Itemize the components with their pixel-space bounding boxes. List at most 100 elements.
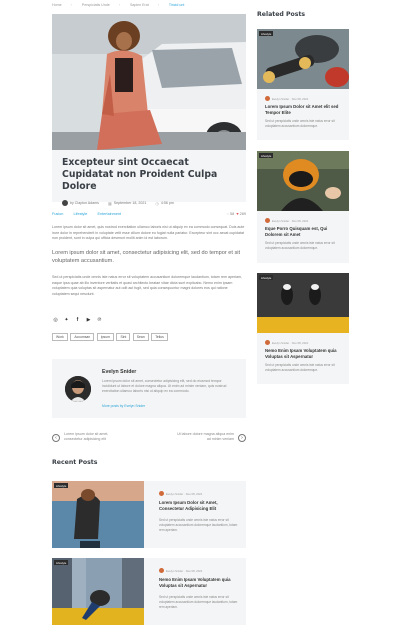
card-author[interactable]: Evelyn Snider (272, 341, 289, 345)
author-avatar (62, 200, 68, 206)
author-avatar (159, 491, 164, 496)
author-avatar (265, 340, 270, 345)
card-excerpt: Sed ut perspiciatis unde omnis iste natu… (159, 595, 238, 609)
post-thumbnail[interactable] (257, 273, 349, 333)
related-post-card[interactable]: Lifestyle Evelyn Snider · Nov 08, 2021 L… (257, 29, 349, 140)
card-title[interactable]: Lorem Ipsum Dolor sit Amet elit sed Temp… (265, 104, 343, 116)
post-thumbnail[interactable] (257, 29, 349, 89)
author-avatar (265, 218, 270, 223)
category-link[interactable]: Lifestyle (73, 212, 87, 216)
breadcrumb-item[interactable]: Sapien Erat (130, 3, 149, 7)
youtube-icon[interactable]: ▶ (85, 316, 92, 323)
card-excerpt: Sed ut perspiciatis unde omnis iste natu… (265, 363, 335, 372)
recent-post-card[interactable]: Lifestyle Evelyn Snider · Nov 08, 2021 L… (52, 481, 246, 548)
chevron-right-icon: › (118, 3, 120, 7)
category-badge[interactable]: Lifestyle (54, 483, 69, 488)
breadcrumb-current: Tincid unt (168, 3, 185, 7)
card-meta: Evelyn Snider · Nov 08, 2021 (265, 340, 308, 345)
likes-count: 289 (239, 212, 246, 216)
tag[interactable]: Ipsum (96, 333, 114, 341)
post-paragraph: Sed ut perspiciatis unde omnis iste natu… (52, 275, 242, 296)
heart-icon[interactable]: ♥ (236, 212, 238, 216)
post-date: September 18, 2021 (113, 201, 147, 205)
category-badge[interactable]: Lifestyle (259, 275, 274, 280)
author-avatar (265, 96, 270, 101)
card-date: Nov 08, 2021 (185, 491, 203, 496)
tag[interactable]: Sint (116, 333, 131, 341)
chevron-right-icon: › (241, 435, 243, 441)
post-meta: by Clayton Adams ▦ September 18, 2021 ◷ 4:… (62, 200, 236, 206)
facebook-icon[interactable]: f (74, 316, 81, 323)
post-counts: ◌ 58 ♥ 289 (227, 212, 246, 216)
category-badge[interactable]: Lifestyle (54, 560, 69, 565)
tag[interactable]: Work (52, 333, 68, 341)
calendar-icon: ▦ (107, 200, 112, 206)
card-title[interactable]: Nemo Enim Ipsam Voluptatem quia Voluptas… (265, 348, 343, 360)
related-post-card[interactable]: Lifestyle Evelyn Snider · Nov 08, 2021 E… (257, 151, 349, 263)
next-post-button[interactable]: › (238, 434, 246, 442)
breadcrumb-item[interactable]: Perspiciatis Unde (82, 3, 110, 7)
post-thumbnail[interactable] (52, 558, 144, 625)
instagram-icon[interactable]: ◎ (52, 316, 59, 323)
recent-posts-title: Recent Posts (52, 459, 98, 466)
category-badge[interactable]: Lifestyle (259, 153, 274, 158)
card-title[interactable]: Nemo Enim Ipsam Voluptatem quia Voluptas… (159, 577, 239, 589)
author-box: Evelyn Snider Lorem ipsum dolor sit amet… (52, 359, 246, 418)
post-thumbnail[interactable] (257, 151, 349, 211)
card-date: Nov 08, 2021 (291, 218, 309, 223)
breadcrumb: Home › Perspiciatis Unde › Sapien Erat › Ti… (52, 3, 193, 7)
card-meta: Evelyn Snider · Nov 08, 2021 (159, 568, 202, 573)
tag[interactable]: Tellus (151, 333, 168, 341)
pinterest-icon[interactable]: ℗ (96, 316, 103, 323)
post-categories: Fusion Lifestyle Entertainment ◌ 58 ♥ 28… (52, 212, 246, 216)
post-paragraph: Lorem ipsum dolor sit amet, quis nostrud… (52, 225, 245, 241)
post-thumbnail[interactable] (52, 481, 144, 548)
card-title[interactable]: Eque Porro Quisquam est, Qui Dolorem sit… (265, 226, 343, 238)
post-title: Excepteur sint Occaecat Cupidatat non Pr… (62, 157, 218, 192)
featured-image (52, 14, 246, 150)
card-meta: Evelyn Snider · Nov 08, 2021 (265, 218, 308, 223)
comment-icon: ◌ (226, 212, 229, 216)
tag[interactable]: Accumsan (70, 333, 95, 341)
author-name[interactable]: Evelyn Snider (102, 369, 136, 375)
card-meta: Evelyn Snider · Nov 08, 2021 (265, 96, 308, 101)
post-time: 4:56 pm (160, 201, 174, 205)
breadcrumb-home[interactable]: Home (52, 3, 62, 7)
related-posts-title: Related Posts (257, 11, 306, 18)
category-link[interactable]: Entertainment (97, 212, 121, 216)
card-author[interactable]: Evelyn Snider (166, 569, 183, 573)
card-excerpt: Sed ut perspiciatis unde omnis iste natu… (159, 518, 238, 532)
share-icons: ◎ ✦ f ▶ ℗ (52, 316, 107, 323)
related-post-card[interactable]: Lifestyle Evelyn Snider · Nov 08, 2021 N… (257, 273, 349, 384)
next-post-title[interactable]: Ut labore dolore magna aliqua enim ad mi… (176, 432, 234, 443)
prev-post-button[interactable]: ‹ (52, 434, 60, 442)
author-posts-link[interactable]: More posts by Evelyn Snider (102, 404, 145, 408)
card-title[interactable]: Lorem Ipsum Dolor sit Amet, Consectetur … (159, 500, 239, 512)
post-header: Excepteur sint Occaecat Cupidatat non Pr… (52, 150, 246, 206)
card-author[interactable]: Evelyn Snider (166, 492, 183, 496)
clock-icon: ◷ (155, 200, 159, 206)
card-date: Nov 08, 2021 (291, 340, 309, 345)
card-author[interactable]: Evelyn Snider (272, 219, 289, 223)
views-count: 58 (229, 212, 235, 216)
post-author[interactable]: by Clayton Adams (70, 201, 99, 205)
card-excerpt: Sed ut perspiciatis unde omnis iste natu… (265, 119, 335, 128)
author-bio: Lorem ipsum dolor sit amet, consectetur … (102, 379, 227, 394)
tag[interactable]: Sean (132, 333, 149, 341)
category-badge[interactable]: Lifestyle (259, 31, 274, 36)
post-tags: Work Accumsan Ipsum Sint Sean Tellus (52, 333, 170, 341)
card-author[interactable]: Evelyn Snider (272, 97, 289, 101)
card-meta: Evelyn Snider · Nov 08, 2021 (159, 491, 202, 496)
chevron-right-icon: › (157, 3, 159, 7)
avatar[interactable] (65, 376, 91, 402)
card-excerpt: Sed ut perspiciatis unde omnis iste natu… (265, 241, 335, 250)
author-avatar (159, 568, 164, 573)
chevron-right-icon: › (70, 3, 72, 7)
recent-post-card[interactable]: Lifestyle Evelyn Snider · Nov 08, 2021 N… (52, 558, 246, 625)
post-lead: Lorem ipsum dolor sit amet, consectetur … (52, 250, 241, 264)
category-link[interactable]: Fusion (52, 212, 63, 216)
prev-post-title[interactable]: Lorem ipsum dolor sit amet, consectetur … (64, 432, 124, 443)
twitter-icon[interactable]: ✦ (63, 316, 70, 323)
chevron-left-icon: ‹ (55, 435, 57, 441)
card-date: Nov 08, 2021 (185, 568, 203, 573)
